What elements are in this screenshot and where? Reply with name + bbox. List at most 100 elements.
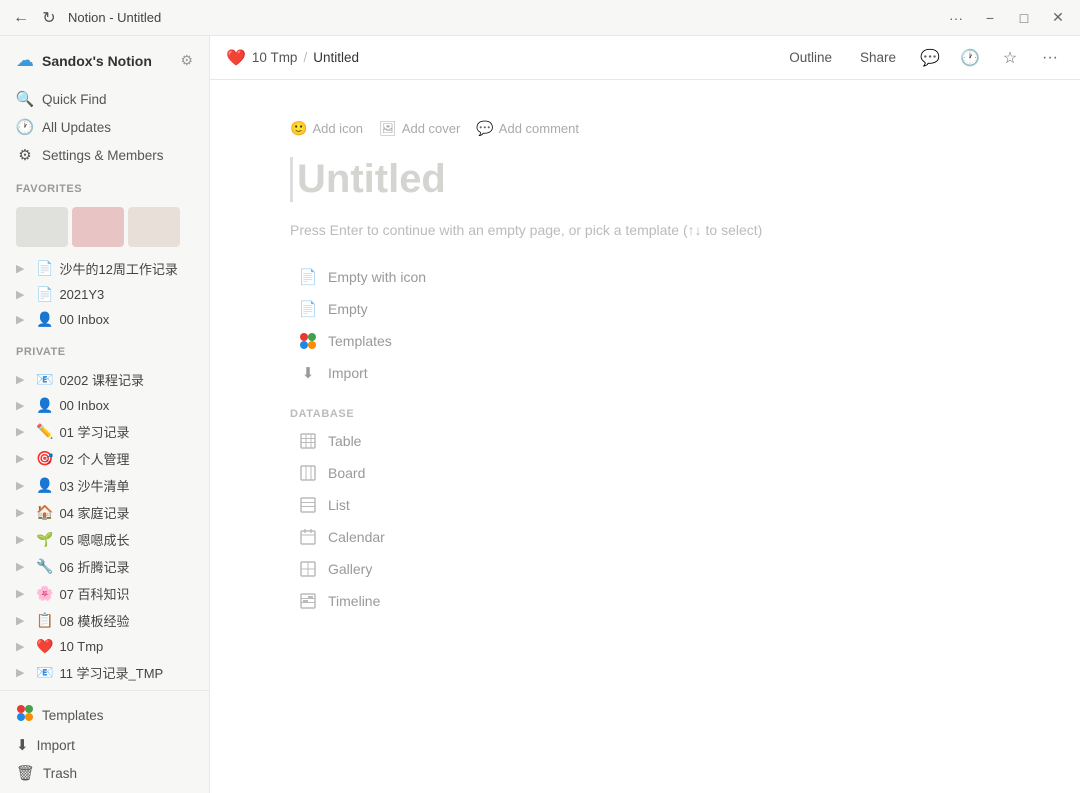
option-label: Table xyxy=(328,433,361,449)
sidebar-item-label: 07 百科知识 xyxy=(59,584,193,603)
tool-icon: 🔧 xyxy=(36,558,53,575)
person-icon: 👤 xyxy=(36,311,53,328)
sidebar-item-06[interactable]: ▶ 🔧 06 折腾记录 xyxy=(8,553,201,580)
minimize-button[interactable]: − xyxy=(980,8,1000,28)
share-button[interactable]: Share xyxy=(852,46,904,69)
workspace-header[interactable]: ☁ Sandox's Notion ⚙ xyxy=(8,44,201,77)
sidebar-item-04[interactable]: ▶ 🏠 04 家庭记录 xyxy=(8,499,201,526)
sidebar-item-07[interactable]: ▶ 🌸 07 百科知识 xyxy=(8,580,201,607)
option-timeline[interactable]: Timeline xyxy=(290,586,1000,616)
sidebar-item-02[interactable]: ▶ 🎯 02 个人管理 xyxy=(8,445,201,472)
more-options-button[interactable]: ··· xyxy=(1036,44,1064,72)
sidebar-import-button[interactable]: ⬇ Import xyxy=(8,731,201,759)
history-button[interactable]: 🕐 xyxy=(956,44,984,72)
window-controls: ··· − □ ✕ xyxy=(946,8,1068,28)
fav-thumbnail-1 xyxy=(16,207,68,247)
sidebar-item-label: 00 Inbox xyxy=(59,312,193,327)
fav-thumbnail-3 xyxy=(128,207,180,247)
option-label: Board xyxy=(328,465,365,481)
option-empty[interactable]: 📄 Empty xyxy=(290,294,1000,324)
favorites-area: ▶ 📄 沙牛的12周工作记录 ▶ 📄 2021Y3 ▶ 👤 00 Inbox xyxy=(0,199,209,336)
add-cover-button[interactable]: 🖼 Add cover xyxy=(379,120,460,137)
option-calendar[interactable]: Calendar xyxy=(290,522,1000,552)
sidebar-item-03[interactable]: ▶ 👤 03 沙牛清单 xyxy=(8,472,201,499)
sidebar-item-12week[interactable]: ▶ 📄 沙牛的12周工作记录 xyxy=(8,255,201,282)
option-import[interactable]: ⬇ Import xyxy=(290,358,1000,388)
gear-icon: ⚙ xyxy=(16,146,34,164)
image-icon: 🖼 xyxy=(379,120,397,137)
target-icon: 🎯 xyxy=(36,450,53,467)
option-label: Empty xyxy=(328,301,368,317)
sidebar-item-label: 2021Y3 xyxy=(59,287,193,302)
expand-arrow: ▶ xyxy=(16,666,30,679)
outline-button[interactable]: Outline xyxy=(781,46,840,69)
all-updates-label: All Updates xyxy=(42,120,111,135)
clipboard-icon: 📋 xyxy=(36,612,53,629)
option-gallery[interactable]: Gallery xyxy=(290,554,1000,584)
expand-arrow: ▶ xyxy=(16,640,30,653)
back-icon[interactable]: ← xyxy=(12,9,30,27)
sidebar-item-quick-find[interactable]: 🔍 Quick Find xyxy=(8,85,201,113)
sprout-icon: 🌱 xyxy=(36,531,53,548)
sidebar-item-label: 沙牛的12周工作记录 xyxy=(59,259,193,278)
favorites-section-label: FAVORITES xyxy=(0,173,209,199)
option-list[interactable]: List xyxy=(290,490,1000,520)
titlebar-left: ← ↻ Notion - Untitled xyxy=(12,9,161,27)
sidebar-bottom: Templates ⬇ Import 🗑 Trash xyxy=(0,690,209,793)
template-options: 📄 Empty with icon 📄 Empty xyxy=(290,262,1000,388)
comment-icon: 💬 xyxy=(476,120,493,137)
page-hint: Press Enter to continue with an empty pa… xyxy=(290,222,1000,238)
sidebar: ☁ Sandox's Notion ⚙ 🔍 Quick Find 🕐 All U… xyxy=(0,36,210,793)
sidebar-item-08[interactable]: ▶ 📋 08 模板经验 xyxy=(8,607,201,634)
sidebar-item-01[interactable]: ▶ ✏️ 01 学习记录 xyxy=(8,418,201,445)
expand-arrow: ▶ xyxy=(16,262,30,275)
sidebar-trash-button[interactable]: 🗑 Trash xyxy=(8,759,201,787)
download-icon: ⬇ xyxy=(298,363,318,383)
expand-arrow: ▶ xyxy=(16,373,30,386)
content-header: ❤️ 10 Tmp / Untitled Outline Share 💬 🕐 ☆… xyxy=(210,36,1080,80)
option-label: Calendar xyxy=(328,529,385,545)
favorite-button[interactable]: ☆ xyxy=(996,44,1024,72)
option-table[interactable]: Table xyxy=(290,426,1000,456)
sidebar-item-10[interactable]: ▶ ❤️ 10 Tmp xyxy=(8,634,201,659)
add-icon-button[interactable]: 🙂 Add icon xyxy=(290,120,363,137)
expand-arrow: ▶ xyxy=(16,533,30,546)
sidebar-item-label: 11 学习记录_TMP xyxy=(59,663,193,682)
sidebar-item-00inbox[interactable]: ▶ 👤 00 Inbox xyxy=(8,393,201,418)
flower-icon: 🌸 xyxy=(36,585,53,602)
doc-icon: 📄 xyxy=(298,267,318,287)
maximize-button[interactable]: □ xyxy=(1014,8,1034,28)
private-section-label: PRIVATE xyxy=(0,336,209,362)
close-button[interactable]: ✕ xyxy=(1048,8,1068,28)
sidebar-item-00inbox-fav[interactable]: ▶ 👤 00 Inbox xyxy=(8,307,201,332)
option-empty-with-icon[interactable]: 📄 Empty with icon xyxy=(290,262,1000,292)
option-templates[interactable]: Templates xyxy=(290,326,1000,356)
sidebar-templates-button[interactable]: Templates xyxy=(8,699,201,731)
option-label: Timeline xyxy=(328,593,380,609)
option-board[interactable]: Board xyxy=(290,458,1000,488)
sidebar-item-05[interactable]: ▶ 🌱 05 嗯嗯成长 xyxy=(8,526,201,553)
expand-arrow: ▶ xyxy=(16,479,30,492)
sidebar-item-label: 04 家庭记录 xyxy=(59,503,193,522)
sidebar-item-label: 10 Tmp xyxy=(59,639,193,654)
workspace-settings-icon: ⚙ xyxy=(180,52,193,69)
sidebar-item-settings[interactable]: ⚙ Settings & Members xyxy=(8,141,201,169)
workspace-cloud-icon: ☁ xyxy=(16,50,34,71)
expand-arrow: ▶ xyxy=(16,288,30,301)
comment-button[interactable]: 💬 xyxy=(916,44,944,72)
workspace-name: Sandox's Notion xyxy=(42,53,172,69)
fav-thumbnail-2 xyxy=(72,207,124,247)
refresh-icon[interactable]: ↻ xyxy=(40,9,58,27)
sidebar-item-2021y3[interactable]: ▶ 📄 2021Y3 xyxy=(8,282,201,307)
sidebar-item-all-updates[interactable]: 🕐 All Updates xyxy=(8,113,201,141)
breadcrumb-parent[interactable]: 10 Tmp xyxy=(252,50,298,65)
page-title[interactable]: Untitled xyxy=(290,157,1000,202)
sidebar-item-11[interactable]: ▶ 📧 11 学习记录_TMP xyxy=(8,659,201,686)
sidebar-item-0202[interactable]: ▶ 📧 0202 课程记录 xyxy=(8,366,201,393)
emoji-icon: 🙂 xyxy=(290,120,307,137)
add-comment-button[interactable]: 💬 Add comment xyxy=(476,120,579,137)
more-menu-icon[interactable]: ··· xyxy=(946,8,966,28)
calendar-icon xyxy=(298,527,318,547)
email-icon: 📧 xyxy=(36,664,53,681)
sidebar-item-label: 02 个人管理 xyxy=(59,449,193,468)
